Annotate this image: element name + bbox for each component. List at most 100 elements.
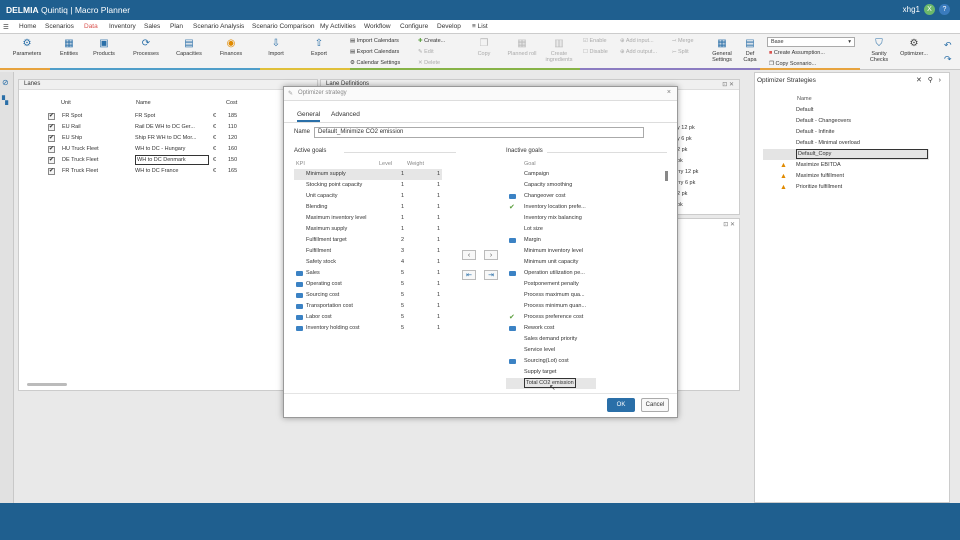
menu-inventory[interactable]: Inventory [109, 23, 136, 30]
menu-my-activities[interactable]: My Activities [320, 23, 356, 30]
inactive-goal-row[interactable]: Sales demand priority [506, 334, 596, 345]
table-row[interactable]: ✔ EU Rail Rail DE WH to DC Ger... €110 [27, 122, 287, 133]
ok-button[interactable]: OK [607, 398, 635, 412]
col-goal[interactable]: Goal [524, 161, 536, 167]
inactive-goal-row[interactable]: Inventory mix balancing [506, 213, 596, 224]
strategy-row[interactable]: Default - Infinite [763, 127, 929, 138]
delete-button[interactable]: ✕ Delete [418, 60, 440, 66]
menu-scenario-comparison[interactable]: Scenario Comparison [252, 23, 315, 30]
import-button[interactable]: ⇩ Import [263, 38, 289, 57]
menu-scenario-analysis[interactable]: Scenario Analysis [193, 23, 244, 30]
col-unit[interactable]: Unit [61, 100, 71, 106]
disable-button[interactable]: ☐ Disable [583, 49, 608, 55]
active-goal-row[interactable]: Safety stock 4 1 [294, 257, 442, 268]
planned-roll-button[interactable]: ▦ Planned roll [507, 38, 537, 57]
inactive-goal-row[interactable]: Lot size [506, 224, 596, 235]
merge-button[interactable]: ⤙ Merge [672, 38, 694, 45]
inactive-goal-row[interactable]: Operation utilization pe... [506, 268, 596, 279]
inactive-goal-row[interactable]: Margin [506, 235, 596, 246]
export-button[interactable]: ⇧ Export [306, 38, 332, 57]
col-weight[interactable]: Weight [407, 161, 424, 167]
row-checkbox[interactable]: ✔ [48, 124, 55, 131]
user-area[interactable]: xhg1 X ? [903, 4, 950, 15]
active-goal-row[interactable]: Operating cost 5 1 [294, 279, 442, 290]
import-calendars-button[interactable]: ▤ Import Calendars [350, 38, 399, 44]
name-input[interactable]: Default_Minimize CO2 emission [314, 127, 644, 138]
active-goal-row[interactable]: Minimum supply 1 1 [294, 169, 442, 180]
redo-icon[interactable]: ↷ [944, 54, 952, 65]
menu-develop[interactable]: Develop [437, 23, 461, 30]
active-goal-row[interactable]: Blending 1 1 [294, 202, 442, 213]
add-input-button[interactable]: ⊕ Add input... [620, 38, 654, 44]
optimizer-button[interactable]: ⚙ Optimizer... [898, 38, 930, 57]
inactive-goal-row[interactable]: Rework cost [506, 323, 596, 334]
tab-advanced[interactable]: Advanced [331, 111, 360, 118]
table-row[interactable]: ✔ FR Spot FR Spot €185 [27, 111, 287, 122]
horizontal-scrollbar[interactable] [27, 383, 67, 386]
col-kpi[interactable]: KPI [296, 161, 305, 167]
inactive-goal-row[interactable]: ✔ Inventory location prefe... [506, 202, 596, 213]
create-button[interactable]: ✚ Create... [418, 38, 445, 44]
menu-home[interactable]: Home [19, 23, 36, 30]
add-output-button[interactable]: ⊕ Add output... [620, 49, 657, 55]
close-icon[interactable]: × [667, 89, 671, 96]
active-goal-row[interactable]: Stocking point capacity 1 1 [294, 180, 442, 191]
strategy-row[interactable]: ▲ Maximize EBITDA [763, 160, 929, 171]
row-checkbox[interactable]: ✔ [48, 146, 55, 153]
calendar-settings-button[interactable]: ⚙ Calendar Settings [350, 60, 400, 66]
inactive-goal-row[interactable]: Supply target [506, 367, 596, 378]
inactive-goal-row[interactable]: Changeover cost [506, 191, 596, 202]
menu-configure[interactable]: Configure [400, 23, 428, 30]
menu-sales[interactable]: Sales [144, 23, 160, 30]
row-checkbox[interactable]: ✔ [48, 168, 55, 175]
table-row[interactable]: ✔ FR Truck Fleet WH to DC France €165 [27, 166, 287, 177]
active-goal-row[interactable]: Maximum supply 1 1 [294, 224, 442, 235]
parameters-button[interactable]: ⚙ Parameters [9, 38, 45, 57]
undo-icon[interactable]: ↶ [944, 40, 952, 51]
active-goal-row[interactable]: Inventory holding cost 5 1 [294, 323, 442, 334]
inactive-goal-row[interactable]: Process minimum quan... [506, 301, 596, 312]
user-avatar[interactable]: X [924, 4, 935, 15]
entities-button[interactable]: ▦ Entities [55, 38, 83, 57]
create-ingredients-button[interactable]: ▥ Create ingredients [542, 38, 576, 63]
capacities-button[interactable]: ▤ Capacities [173, 38, 205, 57]
inactive-goal-row[interactable]: Campaign [506, 169, 596, 180]
create-assumption-button[interactable]: ■ Create Assumption... [769, 50, 825, 56]
menu-data[interactable]: Data [84, 23, 98, 30]
row-checkbox[interactable]: ✔ [48, 157, 55, 164]
inactive-goal-row[interactable]: Capacity smoothing [506, 180, 596, 191]
panel-controls[interactable]: ✕ ⚲ › [916, 76, 941, 84]
general-settings-button[interactable]: ▦ General Settings [708, 38, 736, 63]
menu-list[interactable]: ≡ List [472, 23, 488, 30]
active-goal-row[interactable]: Fulfillment target 2 1 [294, 235, 442, 246]
vertical-scrollbar[interactable] [665, 171, 668, 181]
processes-button[interactable]: ⟳ Processes [130, 38, 162, 57]
finances-button[interactable]: ◉ Finances [216, 38, 246, 57]
move-all-left-button[interactable]: ⇤ [462, 270, 476, 280]
strategy-row[interactable]: Default - Minimal overload [763, 138, 929, 149]
row-checkbox[interactable]: ✔ [48, 113, 55, 120]
strategy-row[interactable]: Default_Copy [763, 149, 929, 160]
menu-workflow[interactable]: Workflow [364, 23, 391, 30]
move-right-button[interactable]: › [484, 250, 498, 260]
products-button[interactable]: ▣ Products [90, 38, 118, 57]
strategy-row[interactable]: Default [763, 105, 929, 116]
def-capa-button[interactable]: ▤ Def Capa [740, 38, 760, 63]
export-calendars-button[interactable]: ▤ Export Calendars [350, 49, 399, 55]
edit-button[interactable]: ✎ Edit [418, 49, 434, 55]
inactive-goal-row[interactable]: Service level [506, 345, 596, 356]
scenario-select[interactable]: Base ▾ [767, 37, 855, 47]
active-goal-row[interactable]: Labor cost 5 1 [294, 312, 442, 323]
compass-icon[interactable]: ⊘ [2, 78, 9, 87]
active-goal-row[interactable]: Sourcing cost 5 1 [294, 290, 442, 301]
inactive-goal-row[interactable]: Postponement penalty [506, 279, 596, 290]
inactive-goal-row[interactable]: Minimum unit capacity [506, 257, 596, 268]
move-all-right-button[interactable]: ⇥ [484, 270, 498, 280]
active-goal-row[interactable]: Maximum inventory level 1 1 [294, 213, 442, 224]
sanity-checks-button[interactable]: ⛉ Sanity Checks [866, 38, 892, 63]
help-icon[interactable]: ? [939, 4, 950, 15]
move-left-button[interactable]: ‹ [462, 250, 476, 260]
table-row[interactable]: ✔ EU Ship Ship FR WH to DC Mor... €120 [27, 133, 287, 144]
inactive-goal-row[interactable]: Process maximum qua... [506, 290, 596, 301]
active-goal-row[interactable]: Fulfillment 3 1 [294, 246, 442, 257]
